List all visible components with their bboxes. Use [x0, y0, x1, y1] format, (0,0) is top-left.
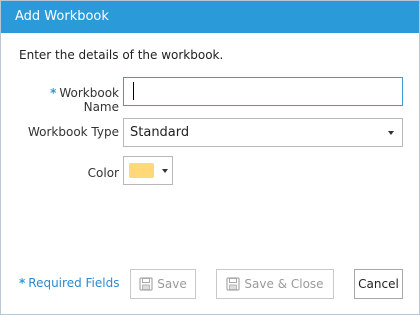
color-swatch	[129, 163, 154, 178]
required-asterisk: *	[50, 86, 57, 100]
required-fields-note: * Required Fields	[19, 276, 119, 290]
dialog-intro-text: Enter the details of the workbook.	[19, 48, 224, 62]
text-cursor	[133, 82, 134, 100]
floppy-disk-icon	[139, 277, 153, 291]
save-and-close-button-label: Save & Close	[244, 277, 324, 291]
save-and-close-button[interactable]: Save & Close	[216, 269, 334, 299]
workbook-type-select[interactable]: Standard	[123, 118, 403, 147]
color-label: Color	[87, 166, 119, 180]
cancel-button[interactable]: Cancel	[354, 269, 403, 299]
save-button[interactable]: Save	[130, 269, 196, 299]
workbook-name-label-text: Workbook Name	[59, 86, 119, 114]
cancel-button-label: Cancel	[358, 277, 399, 291]
dialog-titlebar: Add Workbook	[1, 1, 419, 33]
workbook-type-value: Standard	[130, 125, 190, 140]
required-asterisk: *	[19, 276, 26, 290]
workbook-name-label: * Workbook Name	[19, 86, 119, 114]
add-workbook-dialog: Add Workbook Enter the details of the wo…	[0, 0, 420, 315]
workbook-type-label: Workbook Type	[27, 125, 119, 139]
chevron-down-icon	[162, 169, 168, 173]
save-button-label: Save	[157, 277, 187, 291]
chevron-down-icon	[388, 131, 394, 135]
required-fields-text: Required Fields	[28, 276, 120, 290]
dialog-title: Add Workbook	[15, 9, 109, 24]
workbook-name-input[interactable]	[123, 77, 403, 106]
floppy-disk-icon	[226, 277, 241, 291]
color-picker[interactable]	[123, 156, 173, 185]
